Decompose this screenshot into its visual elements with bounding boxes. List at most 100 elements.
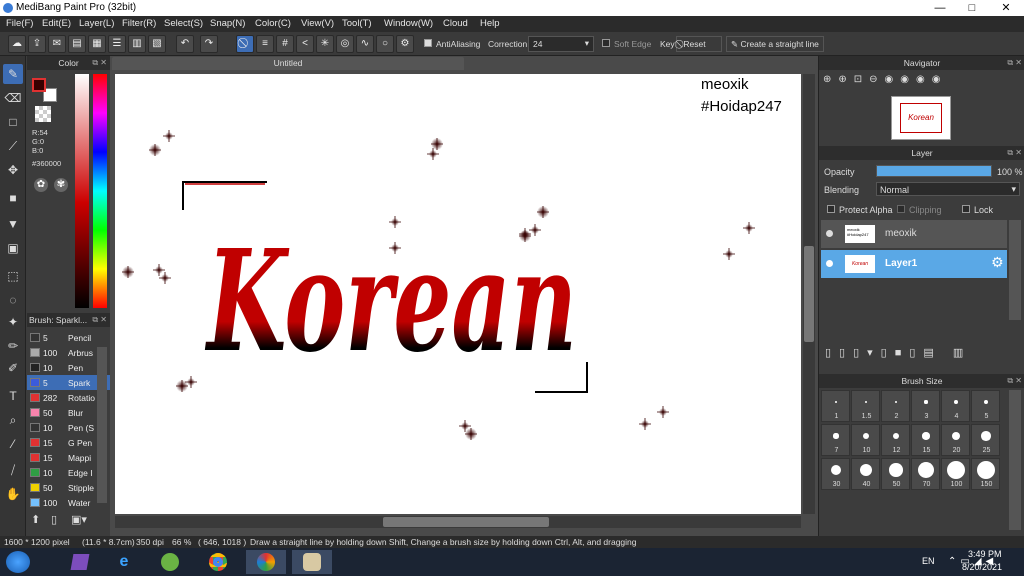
undo-icon[interactable]: ↶ — [176, 35, 194, 53]
menu-view[interactable]: View(V) — [301, 18, 334, 29]
document-icon[interactable]: ▦ — [88, 35, 106, 53]
parallel-snap-icon[interactable]: ≡ — [256, 35, 274, 53]
brush-size-cell[interactable]: 15 — [911, 424, 940, 456]
pages-icon[interactable]: ▧ — [148, 35, 166, 53]
chat-icon[interactable]: ▤ — [68, 35, 86, 53]
fill-rect-tool-icon[interactable]: ■ — [3, 188, 23, 208]
hand-tool-icon[interactable]: ✋ — [3, 484, 23, 504]
chrome-taskbar-icon[interactable] — [198, 550, 238, 574]
select-pen-tool-icon[interactable]: ✏ — [3, 336, 23, 356]
start-button[interactable] — [6, 551, 30, 573]
drawing-canvas[interactable]: Korean meoxik #Hoidap247 — [115, 74, 801, 514]
line-tool-icon[interactable]: ⟋ — [3, 136, 23, 156]
panel-controls-icon[interactable]: ⧉ ✕ — [92, 313, 107, 327]
brush-size-cell[interactable]: 2 — [881, 390, 910, 422]
clipping-checkbox[interactable] — [897, 205, 905, 213]
brightness-slider[interactable] — [75, 74, 89, 308]
horizontal-scrollbar[interactable] — [115, 516, 801, 528]
gradient-tool-icon[interactable]: ▣ — [3, 238, 23, 258]
eye-icon[interactable] — [826, 260, 833, 267]
panel-controls-icon[interactable]: ⧉ ✕ — [92, 56, 107, 70]
shape-tool-icon[interactable]: □ — [3, 112, 23, 132]
vertical-scroll-thumb[interactable] — [804, 246, 814, 342]
close-button[interactable]: ✕ — [994, 0, 1018, 16]
brush-size-cell[interactable]: 4 — [941, 390, 970, 422]
list-icon[interactable]: ☰ — [108, 35, 126, 53]
menu-filter[interactable]: Filter(R) — [122, 18, 156, 29]
hue-slider[interactable] — [93, 74, 107, 308]
panel-controls-icon[interactable]: ⧉ ✕ — [1007, 374, 1022, 388]
brush-size-cell[interactable]: 100 — [941, 458, 970, 490]
vertical-scrollbar[interactable] — [803, 74, 815, 514]
dropper-tool-icon[interactable]: ⧸ — [3, 460, 23, 480]
grid-icon[interactable]: ▥ — [128, 35, 146, 53]
menu-select[interactable]: Select(S) — [164, 18, 203, 29]
brush-size-cell[interactable]: 150 — [971, 458, 1000, 490]
eye-icon[interactable] — [826, 230, 833, 237]
brush-size-cell[interactable]: 50 — [881, 458, 910, 490]
select-tool-icon[interactable]: ⬚ — [3, 266, 23, 286]
foreground-color-swatch[interactable] — [32, 78, 46, 92]
document-tab[interactable]: Untitled — [112, 57, 464, 70]
menu-window[interactable]: Window(W) — [384, 18, 433, 29]
brush-size-cell[interactable]: 40 — [851, 458, 880, 490]
brush-menu-icon[interactable]: ▣▾ — [71, 513, 87, 526]
menu-color[interactable]: Color(C) — [255, 18, 291, 29]
brush-size-cell[interactable]: 5 — [971, 390, 1000, 422]
move-tool-icon[interactable]: ✥ — [3, 160, 23, 180]
eraser-tool-icon[interactable]: ⌫ — [3, 88, 23, 108]
radial-snap-icon[interactable]: ✳ — [316, 35, 334, 53]
palette-settings-icon[interactable]: ✾ — [54, 178, 68, 192]
menu-edit[interactable]: Edit(E) — [42, 18, 71, 29]
cloud-icon[interactable]: ☁ — [8, 35, 26, 53]
layer-row-meoxik[interactable]: meoxik #Hoidap247 meoxik — [821, 220, 1007, 248]
brush-size-scrollbar[interactable] — [1009, 390, 1021, 530]
brush-tool-icon[interactable]: ✎ — [3, 64, 23, 84]
layer-row-layer1[interactable]: Korean Layer1 ⚙ — [821, 250, 1007, 278]
minimize-button[interactable]: — — [928, 0, 952, 16]
soft-edge-checkbox[interactable] — [602, 39, 610, 47]
create-straight-line-button[interactable]: ✎ Create a straight line — [726, 36, 824, 52]
brush-size-cell[interactable]: 70 — [911, 458, 940, 490]
paint-taskbar-icon[interactable] — [292, 550, 332, 574]
correction-dropdown[interactable]: 24 ▾ — [528, 36, 594, 52]
text-tool-icon[interactable]: T — [3, 386, 23, 406]
brush-size-cell[interactable]: 7 — [821, 424, 850, 456]
menu-layer[interactable]: Layer(L) — [79, 18, 114, 29]
brush-size-cell[interactable]: 10 — [851, 424, 880, 456]
brush-size-cell[interactable]: 1 — [821, 390, 850, 422]
visual-studio-taskbar-icon[interactable] — [60, 550, 100, 574]
new-brush-icon[interactable]: ▯ — [51, 513, 57, 526]
layer-settings-gear-icon[interactable]: ⚙ — [991, 254, 1004, 271]
horizontal-scroll-thumb[interactable] — [383, 517, 549, 527]
navigator-thumbnail[interactable]: Korean — [891, 96, 951, 140]
operation-tool-icon[interactable]: ⌕ — [3, 410, 23, 430]
internet-explorer-taskbar-icon[interactable]: e — [104, 550, 144, 574]
cross-snap-icon[interactable]: # — [276, 35, 294, 53]
eyedropper-tool-icon[interactable]: ⁄ — [3, 434, 23, 454]
antialiasing-checkbox[interactable] — [424, 39, 432, 47]
snap-off-icon[interactable]: ⃠ — [236, 35, 254, 53]
blending-dropdown[interactable]: Normal ▾ — [876, 182, 1020, 196]
vanish-snap-icon[interactable]: < — [296, 35, 314, 53]
bucket-tool-icon[interactable]: ▼ — [3, 214, 23, 234]
menu-tool[interactable]: Tool(T) — [342, 18, 372, 29]
settings-gear-icon[interactable]: ⚙ — [396, 35, 414, 53]
panel-controls-icon[interactable]: ⧉ ✕ — [1007, 56, 1022, 70]
maximize-button[interactable]: □ — [960, 0, 984, 16]
palette-icon[interactable]: ✿ — [34, 178, 48, 192]
concentric-snap-icon[interactable]: ◎ — [336, 35, 354, 53]
menu-file[interactable]: File(F) — [6, 18, 33, 29]
layer-list-scrollbar[interactable] — [1009, 220, 1021, 320]
reset-button[interactable]: ⃠ Reset — [676, 36, 722, 52]
opacity-slider[interactable] — [876, 165, 992, 177]
brush-size-cell[interactable]: 25 — [971, 424, 1000, 456]
brush-size-cell[interactable]: 12 — [881, 424, 910, 456]
add-brush-icon[interactable]: ⬆ — [31, 513, 40, 526]
lock-checkbox[interactable] — [962, 205, 970, 213]
protect-alpha-checkbox[interactable] — [827, 205, 835, 213]
transparent-color-swatch[interactable] — [35, 106, 51, 122]
menu-help[interactable]: Help — [480, 18, 500, 29]
menu-cloud[interactable]: Cloud — [443, 18, 468, 29]
brush-list-item[interactable]: 5 Pencil — [27, 330, 110, 345]
